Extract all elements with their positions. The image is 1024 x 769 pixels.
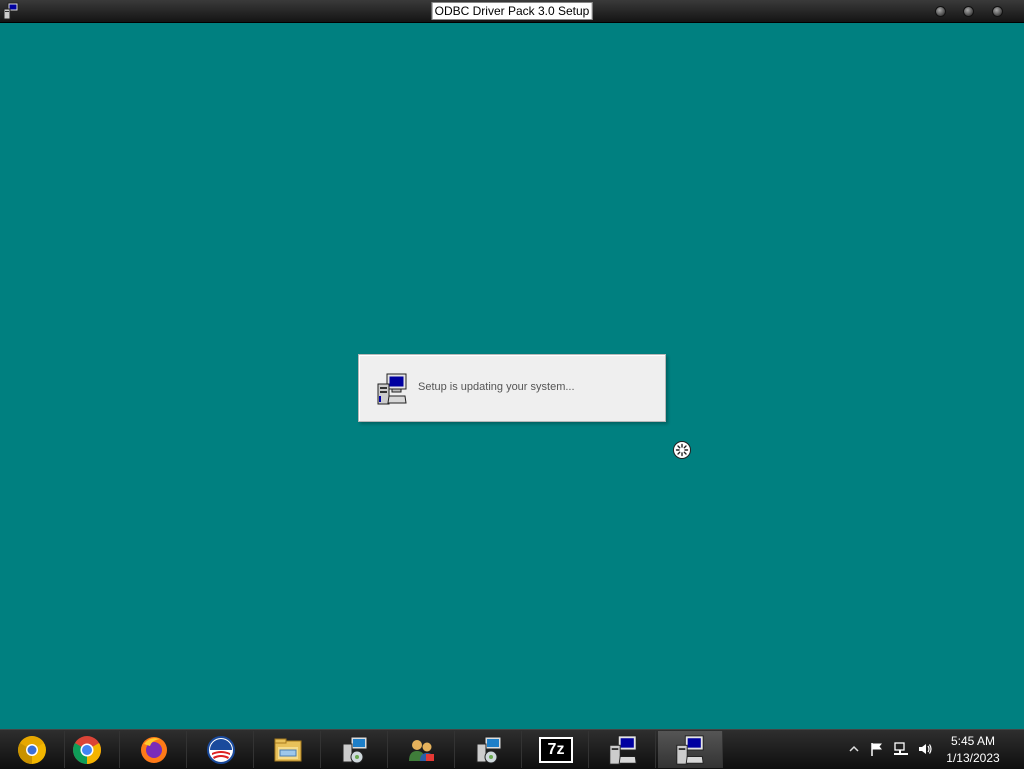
chrome-icon — [73, 735, 101, 764]
clock-time: 5:45 AM — [950, 734, 996, 748]
taskbar-item-network-users[interactable] — [390, 731, 455, 768]
taskbar-item-obama[interactable] — [189, 731, 254, 768]
taskbar-clock[interactable]: 5:45 AM 1/13/2023 — [938, 733, 1008, 767]
status-message: Setup is updating your system... — [418, 381, 575, 393]
taskbar-item-chrome[interactable] — [55, 731, 120, 768]
setup-installer-icon — [476, 736, 502, 763]
taskbar-item-setup[interactable] — [591, 731, 656, 768]
taskbar: 7z 5:45 AM 1/13/2023 — [0, 729, 1024, 769]
network-icon[interactable] — [893, 741, 909, 757]
minimize-button[interactable] — [935, 6, 946, 17]
taskbar-item-setup-active[interactable] — [658, 731, 723, 768]
title-bar[interactable]: ODBC Driver Pack 3.0 Setup — [0, 0, 1024, 23]
file-explorer-icon — [274, 738, 302, 761]
taskbar-item-setup-installer-2[interactable] — [457, 731, 522, 768]
volume-icon[interactable] — [917, 741, 933, 757]
network-users-icon — [409, 739, 434, 761]
setup-computer-icon — [609, 734, 637, 765]
setup-computer-icon — [676, 734, 704, 765]
close-button[interactable] — [992, 6, 1003, 17]
flag-icon[interactable] — [869, 741, 885, 757]
show-hidden-icons-icon[interactable] — [846, 741, 862, 757]
chrome-canary-icon — [18, 735, 46, 764]
setup-installer-icon — [342, 736, 368, 763]
maximize-button[interactable] — [963, 6, 974, 17]
window-title: ODBC Driver Pack 3.0 Setup — [431, 2, 593, 20]
setup-progress-dialog: Setup is updating your system... — [358, 354, 666, 422]
setup-computer-icon — [377, 373, 407, 405]
busy-cursor-icon — [673, 441, 691, 459]
obama-logo-icon — [207, 735, 235, 764]
firefox-icon — [141, 736, 167, 763]
taskbar-item-firefox[interactable] — [122, 731, 187, 768]
taskbar-item-file-explorer[interactable] — [256, 731, 321, 768]
taskbar-item-7zip[interactable]: 7z — [524, 731, 589, 768]
setup-computer-icon[interactable] — [2, 2, 20, 20]
7zip-icon: 7z — [539, 736, 573, 763]
taskbar-item-setup-installer[interactable] — [323, 731, 388, 768]
clock-date: 1/13/2023 — [946, 751, 1000, 765]
